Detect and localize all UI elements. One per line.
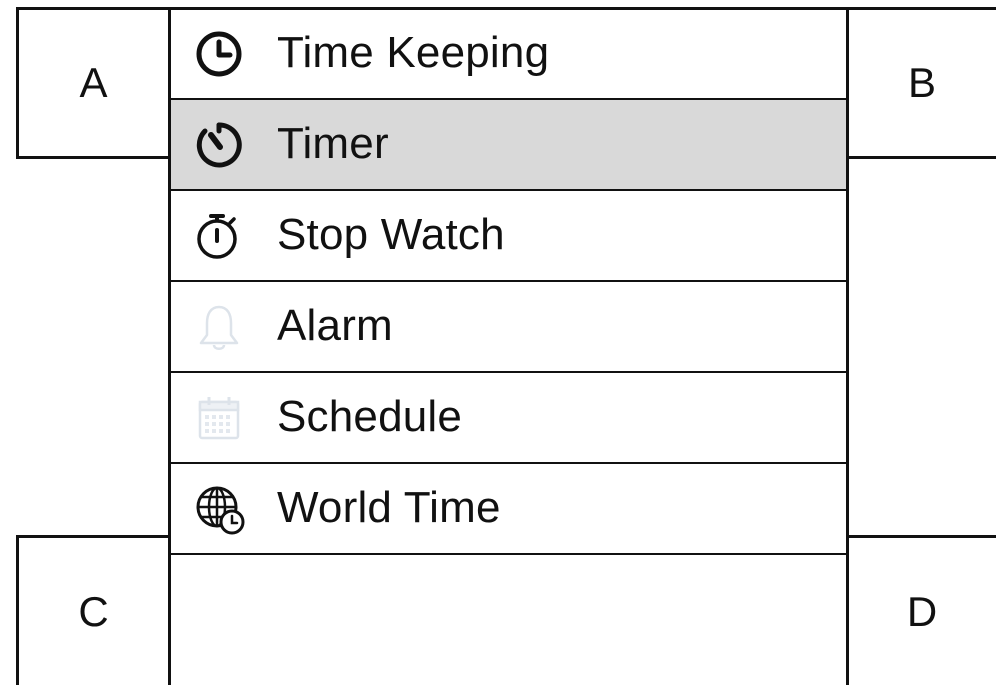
menu-item-label: Time Keeping — [277, 28, 550, 78]
corner-button-d[interactable]: D — [848, 535, 996, 685]
calendar-icon — [193, 392, 245, 444]
menu-item-label: Alarm — [277, 300, 393, 350]
globe-clock-icon — [193, 483, 245, 535]
function-menu: Time Keeping Timer Stop Watch Alarm Sche… — [168, 7, 849, 685]
corner-button-a[interactable]: A — [16, 7, 168, 159]
bell-icon — [193, 301, 245, 353]
clock-icon — [193, 28, 245, 80]
menu-item-time-keeping[interactable]: Time Keeping — [171, 10, 846, 100]
corner-button-b-label: B — [907, 59, 936, 106]
menu-item-label: World Time — [277, 482, 501, 532]
menu-item-world-time[interactable]: World Time — [171, 464, 846, 555]
menu-item-schedule[interactable]: Schedule — [171, 373, 846, 464]
corner-button-d-label: D — [906, 587, 938, 635]
corner-button-a-label: A — [79, 59, 108, 106]
corner-button-b[interactable]: B — [848, 7, 996, 159]
menu-item-label: Timer — [277, 118, 389, 168]
menu-item-label: Schedule — [277, 391, 463, 441]
stopwatch-icon — [193, 210, 245, 262]
menu-item-label: Stop Watch — [277, 209, 505, 259]
menu-item-timer[interactable]: Timer — [171, 100, 846, 191]
corner-button-c[interactable]: C — [16, 535, 168, 685]
corner-button-c-label: C — [78, 587, 109, 635]
menu-item-stop-watch[interactable]: Stop Watch — [171, 191, 846, 282]
menu-item-alarm[interactable]: Alarm — [171, 282, 846, 373]
timer-icon — [193, 119, 245, 171]
